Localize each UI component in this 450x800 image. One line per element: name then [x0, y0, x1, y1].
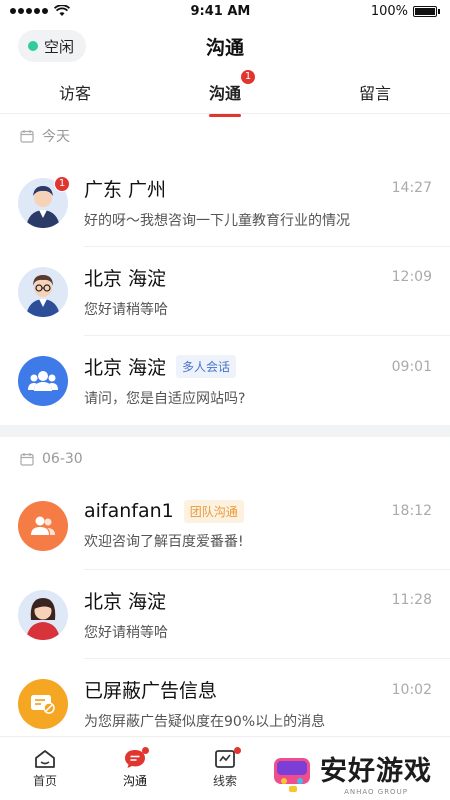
- conversation-title: aifanfan1: [84, 500, 174, 522]
- conversation-item[interactable]: 北京 海淀 11:28 您好请稍等哈: [0, 570, 450, 659]
- conversation-title: 广东 广州: [84, 178, 167, 201]
- status-label: 空闲: [44, 37, 75, 56]
- date-header: 今天: [0, 114, 450, 158]
- nav-label: 沟通: [122, 773, 147, 788]
- tab-label: 沟通: [208, 83, 241, 103]
- conversation-time: 10:02: [391, 681, 432, 698]
- status-dot-icon: [28, 41, 38, 51]
- conversation-preview: 请问，您是自适应网站吗?: [84, 391, 246, 407]
- tab-visitors[interactable]: 访客: [0, 70, 150, 113]
- conversation-item[interactable]: 已屏蔽广告信息 10:02 为您屏蔽广告疑似度在90%以上的消息: [0, 659, 450, 748]
- date-header: 06-30: [0, 437, 450, 481]
- nav-chat[interactable]: 沟通: [90, 737, 180, 800]
- battery-percent: 100%: [370, 3, 408, 19]
- home-icon: [35, 749, 55, 768]
- conversation-preview: 欢迎咨询了解百度爱番番!: [84, 533, 244, 550]
- section-today: 今天 1 广东 广州 14:27 好的呀～我想咨询一下儿童教育行业的情况 北京 …: [0, 114, 450, 425]
- nav-label: 首页: [32, 773, 57, 788]
- signal-icon: [10, 8, 48, 14]
- leads-icon: [215, 749, 235, 768]
- conversation-preview: 好的呀～我想咨询一下儿童教育行业的情况: [84, 212, 350, 229]
- unread-badge: 1: [54, 175, 70, 192]
- conversation-time: 11:28: [391, 592, 432, 608]
- conversation-title: 北京 海淀: [84, 590, 167, 613]
- conversation-item[interactable]: 1 广东 广州 14:27 好的呀～我想咨询一下儿童教育行业的情况: [0, 158, 450, 247]
- conversation-title: 已屏蔽广告信息: [84, 680, 218, 702]
- conversation-preview: 您好请稍等哈: [84, 624, 168, 641]
- man-icon: 1: [18, 175, 70, 228]
- conversation-item[interactable]: 北京 海淀 12:09 您好请稍等哈: [0, 247, 450, 336]
- watermark-text: 安好游戏: [320, 756, 432, 787]
- conversation-time: 12:09: [391, 269, 432, 285]
- conversation-preview: 您好请稍等哈: [84, 301, 168, 318]
- watermark-logo: 安好游戏 ANHAO GROUP: [272, 749, 432, 796]
- status-bar: 9:41 AM 100%: [0, 0, 450, 22]
- tab-bar: 访客 沟通 1 留言: [0, 69, 450, 117]
- woman-icon: [18, 589, 68, 640]
- ad-block-icon: [18, 678, 68, 729]
- header: 空闲 沟通: [0, 22, 450, 70]
- active-tab-indicator: [208, 113, 241, 117]
- conversation-title: 北京 海淀: [84, 357, 167, 379]
- tab-label: 留言: [358, 83, 391, 103]
- status-time: 9:41 AM: [190, 3, 251, 19]
- group-icon: [18, 355, 68, 406]
- team-icon: [18, 500, 68, 551]
- page-title: 沟通: [205, 36, 244, 59]
- nav-label: 线索: [212, 773, 237, 788]
- date-label: 06-30: [42, 451, 83, 467]
- date-label: 今天: [42, 129, 70, 145]
- conversation-item[interactable]: aifanfan1 团队沟通 18:12 欢迎咨询了解百度爱番番!: [0, 481, 450, 570]
- tab-label: 访客: [58, 83, 91, 103]
- nav-unread-dot: [234, 747, 241, 754]
- watermark-subtext: ANHAO GROUP: [344, 788, 408, 796]
- conversation-time: 09:01: [391, 358, 432, 375]
- nav-leads[interactable]: 线索: [180, 737, 270, 800]
- conversation-preview: 为您屏蔽广告疑似度在90%以上的消息: [84, 714, 326, 730]
- conversation-time: 14:27: [391, 180, 432, 196]
- unread-badge: 1: [241, 69, 255, 84]
- calendar-icon: [20, 453, 34, 466]
- nav-unread-dot: [142, 747, 149, 754]
- team-chat-tag: 团队沟通: [183, 499, 244, 523]
- wifi-icon: [54, 5, 70, 17]
- section-divider: [0, 425, 450, 437]
- tab-chat[interactable]: 沟通 1: [150, 69, 300, 117]
- conversation-item[interactable]: 北京 海淀 多人会话 09:01 请问，您是自适应网站吗?: [0, 336, 450, 425]
- man-glasses-icon: [18, 266, 68, 317]
- tab-messages[interactable]: 留言: [300, 70, 450, 113]
- calendar-icon: [20, 130, 34, 143]
- conversation-time: 18:12: [391, 503, 432, 519]
- section-0630: 06-30 aifanfan1 团队沟通 18:12 欢迎咨询了解百度爱番番! …: [0, 437, 450, 748]
- gamepad-logo-icon: [274, 757, 310, 792]
- group-chat-tag: 多人会话: [176, 355, 237, 378]
- nav-home[interactable]: 首页: [0, 737, 90, 800]
- conversation-title: 北京 海淀: [84, 267, 167, 290]
- online-status-toggle[interactable]: 空闲: [18, 30, 87, 62]
- battery-icon: [413, 5, 437, 17]
